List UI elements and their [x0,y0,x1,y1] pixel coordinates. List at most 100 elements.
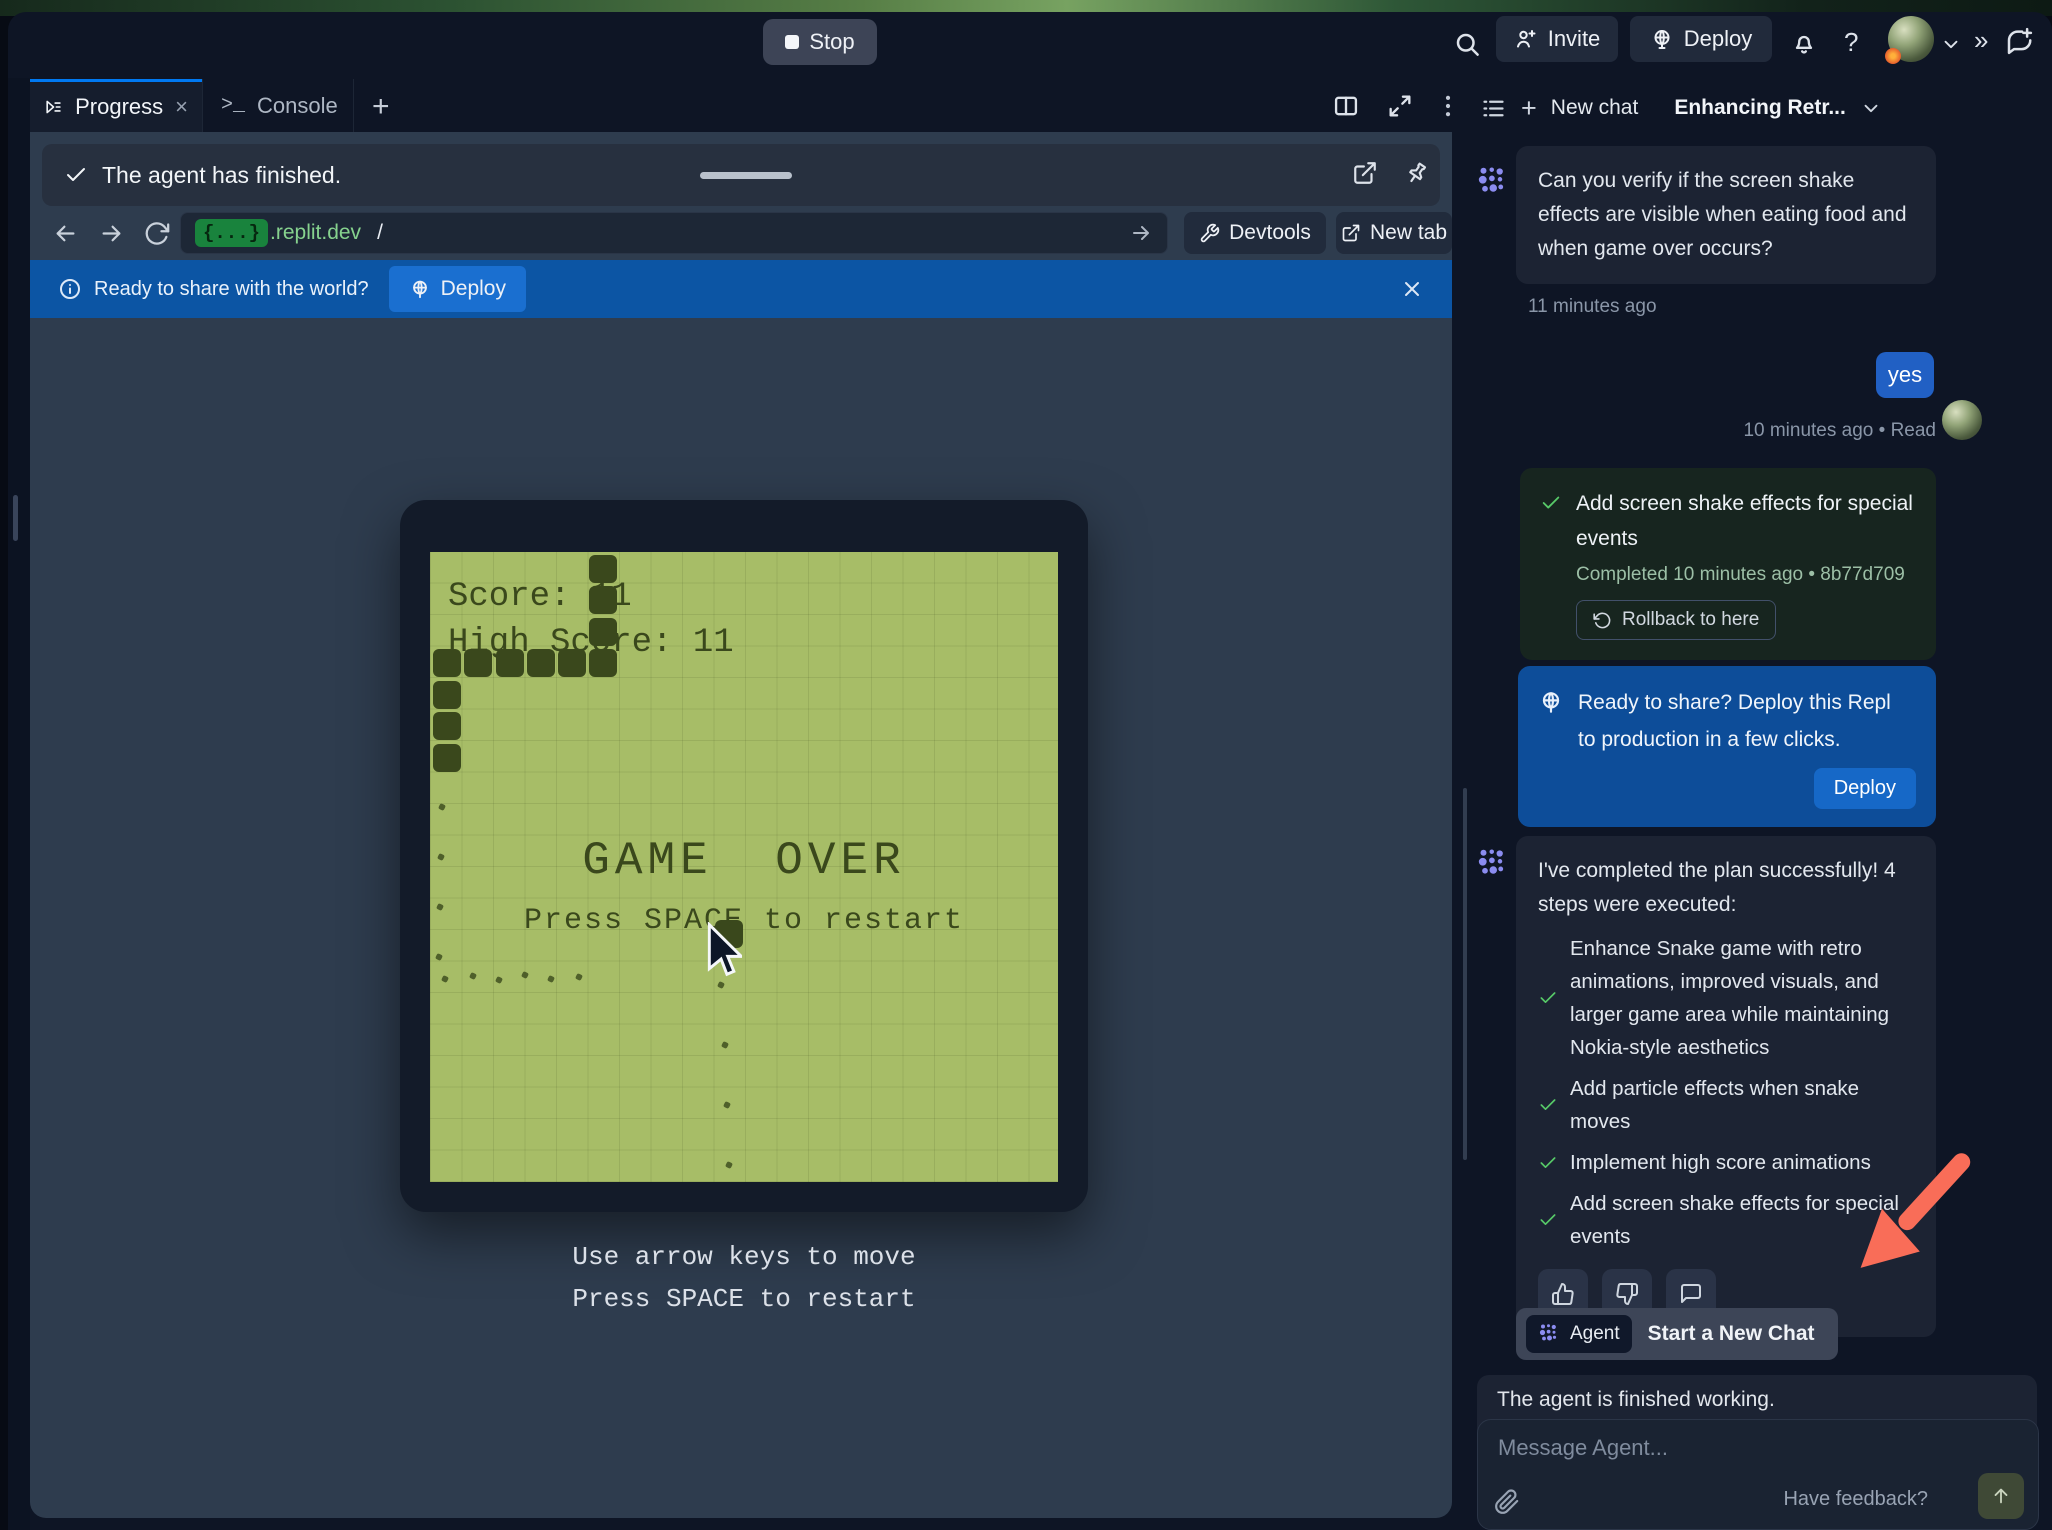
devtools-label: Devtools [1229,221,1311,245]
split-view-icon[interactable] [1332,92,1360,120]
step-text: Enhance Snake game with retro animations… [1570,932,1914,1064]
panel-resize-handle[interactable] [13,495,18,541]
particle [495,976,503,984]
tab-progress[interactable]: Progress × [30,79,202,132]
instruction-line-2: Press SPACE to restart [400,1278,1088,1320]
url-bar[interactable]: {...} .replit.dev / [180,212,1168,254]
help-icon[interactable]: ? [1844,27,1858,58]
collapsed-sidebar [8,78,30,1530]
task-meta: Completed 10 minutes ago • 8b77d709 [1576,564,1916,586]
snake-segment [558,649,586,677]
agent-chip: Agent [1526,1315,1632,1353]
popout-icon[interactable] [1352,160,1378,186]
new-thread-icon[interactable] [2004,26,2034,56]
avatar-chevron-down-icon[interactable] [1940,33,1962,55]
particle [521,971,529,979]
thread-chevron-down-icon[interactable] [1860,97,1882,119]
attachment-paperclip-icon[interactable] [1494,1489,1520,1515]
particle [438,803,446,811]
snake-segment [589,618,617,646]
game-screen[interactable]: Score: 11 High Score: 11 GAME OVER Press… [430,552,1058,1182]
have-feedback-link[interactable]: Have feedback? [1783,1488,1928,1511]
send-button[interactable] [1978,1473,2024,1519]
snake-segment [496,649,524,677]
expand-icon[interactable] [1386,92,1414,120]
particle [547,975,555,983]
new-tab-button[interactable]: New tab [1336,212,1452,254]
rollback-button[interactable]: Rollback to here [1576,600,1776,640]
url-domain: .replit.dev [270,221,361,245]
message-input[interactable] [1496,1434,1900,1462]
tab-console[interactable]: >_ Console [202,79,354,132]
banner-close-icon[interactable] [1400,277,1424,301]
avatar-status-badge [1885,48,1901,64]
search-icon[interactable] [1452,29,1482,59]
step-check-icon [1538,1095,1558,1115]
snake-segment [527,649,555,677]
press-space-text: Press SPACE to restart [430,904,1058,938]
user-avatar[interactable] [1888,16,1934,62]
devtools-button[interactable]: Devtools [1184,212,1326,254]
summary-step: Add particle effects when snake moves [1538,1072,1914,1138]
step-text: Add particle effects when snake moves [1570,1072,1914,1138]
drag-handle[interactable] [700,172,792,179]
deploy-button[interactable]: Deploy [1630,16,1772,62]
step-text: Implement high score animations [1570,1146,1871,1179]
summary-intro: I've completed the plan successfully! 4 … [1538,854,1914,922]
game-over-text: GAME OVER [430,835,1058,887]
kebab-menu-icon[interactable] [1434,92,1462,120]
chat-toolbar: + New chat Enhancing Retr... [1480,88,1882,128]
particle [435,953,443,961]
progress-icon [44,96,63,118]
chat-list-icon[interactable] [1480,95,1507,122]
url-path: / [377,221,383,245]
particle [723,1101,731,1109]
agent-logo-icon [1538,1322,1562,1346]
url-go-icon[interactable] [1129,221,1153,245]
send-up-arrow-icon [1990,1485,2012,1507]
invite-label: Invite [1548,26,1601,52]
deploy-card-button[interactable]: Deploy [1814,768,1916,809]
console-icon: >_ [221,94,245,117]
banner-text: Ready to share with the world? [94,278,369,301]
deploy-globe-icon [409,278,431,300]
pin-icon[interactable] [1404,160,1430,186]
more-chevrons[interactable]: » [1974,25,1988,56]
summary-step: Enhance Snake game with retro animations… [1538,932,1914,1064]
particle [441,975,449,983]
task-check-icon [1540,492,1562,514]
chat-thread-title[interactable]: Enhancing Retr... [1674,96,1846,120]
notifications-bell-icon[interactable] [1790,28,1818,56]
add-tab-button[interactable]: + [372,90,390,124]
new-chat-link[interactable]: New chat [1551,96,1639,120]
stop-button[interactable]: Stop [763,19,877,65]
snake-segment [589,649,617,677]
task-title: Add screen shake effects for special eve… [1576,486,1916,556]
message-composer[interactable]: Have feedback? [1477,1419,2039,1530]
deploy-banner: Ready to share with the world? Deploy [30,260,1452,318]
mouse-cursor [706,922,742,978]
tab-close-icon[interactable]: × [175,94,188,120]
snake-segment [433,681,461,709]
start-new-chat-button[interactable]: Agent Start a New Chat [1516,1308,1838,1360]
wrench-icon [1199,223,1220,244]
user-reply-meta: 10 minutes ago • Read [1640,420,1936,442]
user-reply-text: yes [1888,362,1922,388]
browser-forward-icon[interactable] [98,220,125,247]
particle [721,1041,729,1049]
new-chat-plus-icon[interactable]: + [1521,93,1537,124]
chat-deploy-card: Ready to share? Deploy this Repl to prod… [1518,666,1936,827]
browser-back-icon[interactable] [52,220,79,247]
agent-logo-icon [1476,846,1512,882]
stop-label: Stop [809,29,854,55]
info-icon [58,277,82,301]
banner-deploy-button[interactable]: Deploy [389,266,526,312]
browser-refresh-icon[interactable] [144,220,171,247]
check-icon [64,163,88,187]
particle [469,972,477,980]
rollback-icon [1593,611,1612,630]
deploy-globe-icon [1538,689,1564,715]
invite-button[interactable]: Invite [1496,16,1618,62]
chat-scrollbar[interactable] [1463,788,1467,1160]
user-reply-bubble: yes [1876,352,1934,398]
